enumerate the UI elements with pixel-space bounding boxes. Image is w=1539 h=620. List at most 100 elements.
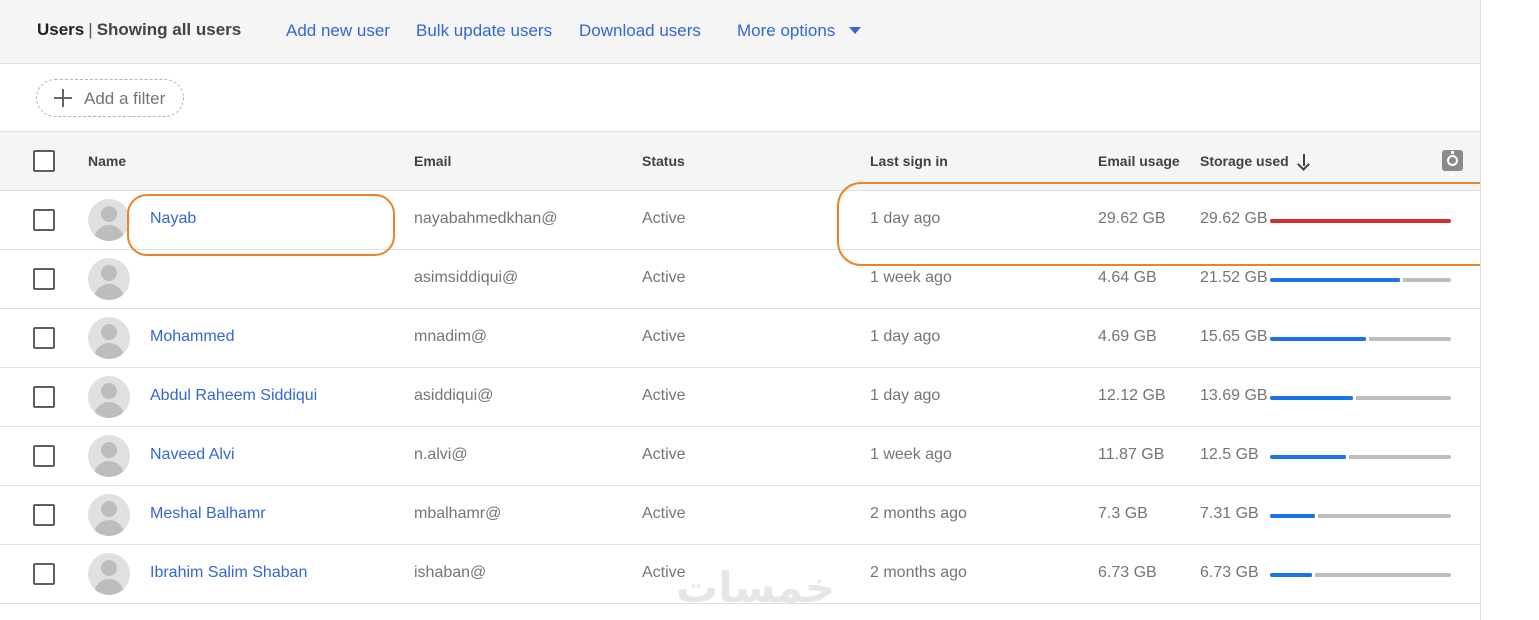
user-email: n.alvi@ xyxy=(414,446,468,463)
last-sign-in: 1 day ago xyxy=(870,387,941,404)
storage-bar-gap xyxy=(1366,337,1369,341)
table-header: Name Email Status Last sign in Email usa… xyxy=(0,132,1480,191)
table-row[interactable]: Naveed Alvi n.alvi@ Active 1 week ago 11.87 … xyxy=(0,427,1480,486)
storage-bar-gap xyxy=(1400,278,1403,282)
filter-bar: Add a filter xyxy=(0,64,1480,132)
storage-used: 13.69 GB xyxy=(1200,387,1268,404)
sort-descending-icon[interactable] xyxy=(1297,154,1311,170)
storage-bar-fill xyxy=(1270,337,1366,341)
plus-icon xyxy=(52,87,74,109)
storage-bar xyxy=(1270,396,1451,400)
chevron-down-icon[interactable] xyxy=(849,27,861,34)
user-status: Active xyxy=(642,387,686,404)
email-usage: 7.3 GB xyxy=(1098,505,1148,522)
avatar-body xyxy=(94,461,124,477)
email-usage: 4.64 GB xyxy=(1098,269,1157,286)
user-status: Active xyxy=(642,446,686,463)
user-status: Active xyxy=(642,210,686,227)
user-email: nayabahmedkhan@ xyxy=(414,210,558,227)
avatar-body xyxy=(94,579,124,595)
row-checkbox[interactable] xyxy=(33,504,55,526)
storage-bar xyxy=(1270,337,1451,341)
table-row[interactable]: Meshal Balhamr mbalhamr@ Active 2 months ag… xyxy=(0,486,1480,545)
user-email: mbalhamr@ xyxy=(414,505,502,522)
avatar-head xyxy=(101,560,117,576)
download-users-link[interactable]: Download users xyxy=(579,21,701,41)
column-header-email-usage[interactable]: Email usage xyxy=(1098,153,1180,169)
storage-bar xyxy=(1270,573,1451,577)
storage-bar-fill xyxy=(1270,278,1400,282)
gear-icon[interactable] xyxy=(1442,150,1463,176)
user-name-link[interactable]: Mohammed xyxy=(150,328,234,346)
storage-bar-gap xyxy=(1353,396,1356,400)
email-usage: 11.87 GB xyxy=(1098,446,1165,463)
bulk-update-users-link[interactable]: Bulk update users xyxy=(416,21,552,41)
email-usage: 6.73 GB xyxy=(1098,564,1157,581)
user-name-link[interactable]: Naveed Alvi xyxy=(150,446,235,464)
add-new-user-link[interactable]: Add new user xyxy=(286,21,390,41)
storage-bar-fill xyxy=(1270,514,1315,518)
table-row[interactable]: Nayab nayabahmedkhan@ Active 1 day ago 29.62… xyxy=(0,191,1480,250)
user-email: mnadim@ xyxy=(414,328,488,345)
avatar-body xyxy=(94,520,124,536)
storage-bar xyxy=(1270,455,1451,459)
email-usage: 12.12 GB xyxy=(1098,387,1166,404)
user-name-link[interactable]: Ibrahim Salim Shaban xyxy=(150,564,307,582)
avatar-head xyxy=(101,206,117,222)
last-sign-in: 1 week ago xyxy=(870,446,952,463)
title-separator: | xyxy=(88,20,93,39)
last-sign-in: 1 day ago xyxy=(870,210,941,227)
row-checkbox[interactable] xyxy=(33,386,55,408)
storage-bar-gap xyxy=(1315,514,1318,518)
column-header-status[interactable]: Status xyxy=(642,153,685,169)
page-title: Users | Showing all users xyxy=(37,20,241,40)
user-email: asimsiddiqui@ xyxy=(414,269,519,286)
email-usage: 4.69 GB xyxy=(1098,328,1157,345)
row-checkbox[interactable] xyxy=(33,563,55,585)
user-name-link[interactable]: Nayab xyxy=(150,210,196,228)
avatar-head xyxy=(101,265,117,281)
avatar xyxy=(88,317,130,359)
user-status: Active xyxy=(642,269,686,286)
avatar-body xyxy=(94,225,124,241)
table-row[interactable]: asimsiddiqui@ Active 1 week ago 4.64 GB 21.5… xyxy=(0,250,1480,309)
last-sign-in: 2 months ago xyxy=(870,564,967,581)
avatar-head xyxy=(101,324,117,340)
row-checkbox[interactable] xyxy=(33,209,55,231)
column-header-name[interactable]: Name xyxy=(88,153,126,169)
table-row[interactable]: Mohammed mnadim@ Active 1 day ago 4.69 GB 15.… xyxy=(0,309,1480,368)
page-title-label: Users xyxy=(37,20,85,39)
add-filter-button[interactable]: Add a filter xyxy=(36,79,184,117)
row-checkbox[interactable] xyxy=(33,268,55,290)
row-checkbox[interactable] xyxy=(33,445,55,467)
storage-bar-fill xyxy=(1270,396,1353,400)
storage-bar-fill xyxy=(1270,573,1312,577)
avatar-head xyxy=(101,501,117,517)
column-header-storage-used[interactable]: Storage used xyxy=(1200,153,1289,169)
email-usage: 29.62 GB xyxy=(1098,210,1166,227)
user-email: asiddiqui@ xyxy=(414,387,494,404)
more-options-menu[interactable]: More options xyxy=(737,21,835,41)
column-header-last-sign-in[interactable]: Last sign in xyxy=(870,153,948,169)
avatar xyxy=(88,199,130,241)
select-all-checkbox[interactable] xyxy=(33,150,55,172)
avatar-body xyxy=(94,343,124,359)
user-name-link[interactable]: Meshal Balhamr xyxy=(150,505,266,523)
row-checkbox[interactable] xyxy=(33,327,55,349)
last-sign-in: 1 week ago xyxy=(870,269,952,286)
storage-bar xyxy=(1270,219,1451,223)
avatar xyxy=(88,376,130,418)
add-filter-label: Add a filter xyxy=(84,89,166,108)
avatar xyxy=(88,494,130,536)
avatar xyxy=(88,553,130,595)
users-page: Users | Showing all users Add new user Bul… xyxy=(0,0,1481,620)
page-subtitle: Showing all users xyxy=(96,20,242,39)
storage-used: 6.73 GB xyxy=(1200,564,1259,581)
storage-bar-fill xyxy=(1270,219,1451,223)
table-row[interactable]: Abdul Raheem Siddiqui asiddiqui@ Active 1 d… xyxy=(0,368,1480,427)
watermark-logo: خمسات xyxy=(676,564,836,611)
user-name-link[interactable]: Abdul Raheem Siddiqui xyxy=(150,387,317,405)
storage-used: 21.52 GB xyxy=(1200,269,1268,286)
storage-bar-fill xyxy=(1270,455,1346,459)
column-header-email[interactable]: Email xyxy=(414,153,451,169)
